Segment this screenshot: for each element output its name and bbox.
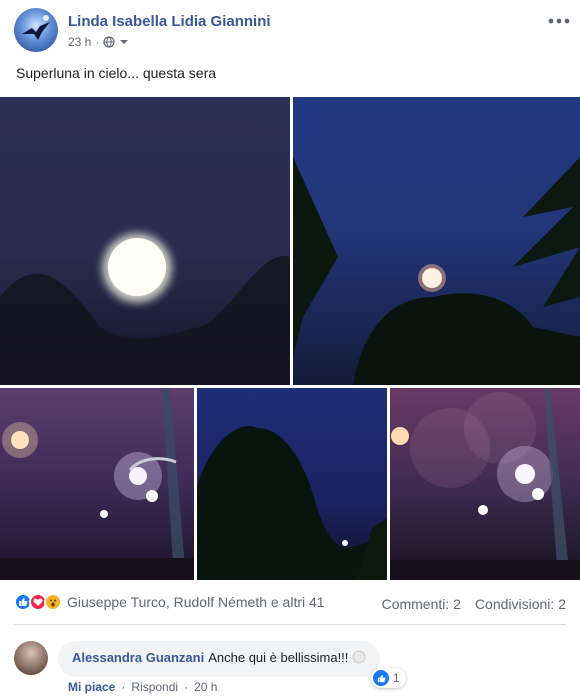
commenter-avatar[interactable] bbox=[14, 641, 48, 675]
comments-count[interactable]: Commenti: 2 bbox=[382, 596, 461, 612]
moon-emoji-icon bbox=[352, 650, 366, 664]
shares-count[interactable]: Condivisioni: 2 bbox=[475, 596, 566, 612]
separator: · bbox=[184, 680, 189, 694]
photo-lamps-flare[interactable] bbox=[390, 388, 580, 580]
reactions-summary[interactable]: Giuseppe Turco, Rudolf Németh e altri 41 bbox=[14, 593, 325, 611]
globe-icon[interactable] bbox=[103, 36, 115, 48]
photo-moon-palms[interactable] bbox=[293, 97, 580, 385]
like-icon bbox=[373, 670, 389, 686]
post-header: Linda Isabella Lidia Giannini 23 h · bbox=[0, 0, 580, 60]
separator: · bbox=[121, 680, 126, 694]
comment-text: Anche qui è bellissima!!! bbox=[208, 650, 349, 665]
divider bbox=[14, 624, 566, 625]
photo-trees-night[interactable] bbox=[197, 388, 387, 580]
comment-actions: Mi piace · Rispondi · 20 h bbox=[68, 680, 217, 694]
engagement-counts: Commenti: 2 Condivisioni: 2 bbox=[382, 596, 566, 612]
comment-like-button[interactable]: Mi piace bbox=[68, 680, 115, 694]
street-lamps-image bbox=[0, 388, 194, 580]
street-lamps-lens-flare-image bbox=[390, 388, 580, 580]
trees-night-sky-image bbox=[197, 426, 387, 580]
photo-full-moon[interactable] bbox=[0, 97, 290, 385]
post-text: Superluna in cielo... questa sera bbox=[16, 65, 217, 81]
bird-silhouette-icon bbox=[22, 15, 50, 40]
post-time[interactable]: 23 h bbox=[68, 35, 91, 49]
comment-reaction-count: 1 bbox=[393, 671, 400, 685]
comment-reaction-badge[interactable]: 1 bbox=[371, 668, 406, 688]
more-dots-icon bbox=[548, 18, 570, 24]
comment-bubble: Alessandra Guanzani Anche qui è bellissim… bbox=[58, 641, 381, 677]
reaction-names[interactable]: Giuseppe Turco, Rudolf Németh e altri 41 bbox=[67, 594, 325, 610]
author-name[interactable]: Linda Isabella Lidia Giannini bbox=[68, 13, 271, 30]
comment-time[interactable]: 20 h bbox=[194, 680, 217, 694]
more-options-button[interactable] bbox=[548, 8, 570, 31]
photo-street-lamps[interactable] bbox=[0, 388, 194, 580]
comment-reply-button[interactable]: Rispondi bbox=[131, 680, 178, 694]
chevron-down-icon[interactable] bbox=[119, 37, 129, 47]
comment-author[interactable]: Alessandra Guanzani bbox=[72, 650, 204, 665]
moon-over-palms-image bbox=[293, 157, 580, 385]
author-avatar[interactable] bbox=[14, 8, 58, 52]
full-moon-image bbox=[0, 224, 290, 385]
wow-icon bbox=[44, 593, 62, 611]
post-meta: 23 h · bbox=[68, 35, 129, 49]
